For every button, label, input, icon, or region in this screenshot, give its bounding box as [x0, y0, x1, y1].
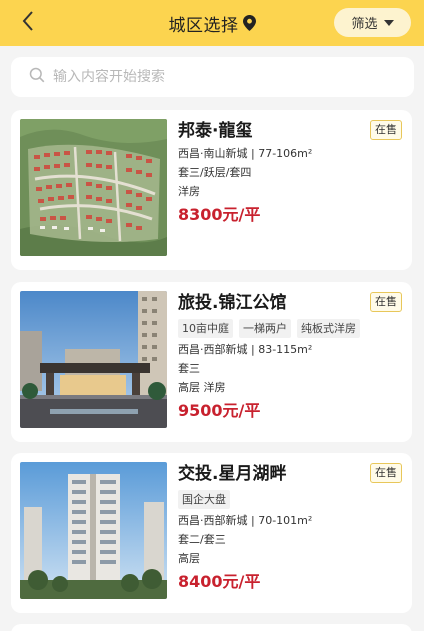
listing-location: 西昌·西部新城 | 83-115m² [178, 343, 313, 356]
listing-price: 9500元/平 [178, 401, 261, 420]
caret-down-icon [383, 19, 394, 26]
listing-image-building-entrance[interactable] [20, 291, 167, 428]
listing-location: 西昌·西部新城 | 70-101m² [178, 514, 313, 527]
search-icon [29, 67, 45, 87]
listing-layout: 套三 [178, 362, 200, 375]
listing-card[interactable]: 旅投.锦江公馆 10亩中庭 一梯两户 纯板式洋房 西昌·西部新城 | 83-11… [11, 282, 412, 442]
filter-label: 筛选 [351, 17, 378, 32]
listing-price: 8300元/平 [178, 205, 261, 224]
tag-list: 10亩中庭 一梯两户 纯板式洋房 [178, 319, 403, 338]
listing-layout: 套二/套三 [178, 533, 226, 546]
listing-image-site-plan[interactable] [20, 119, 167, 256]
search-bar[interactable] [11, 57, 414, 97]
listing-card[interactable]: 邦泰·龍玺 西昌·南山新城 | 77-106m² 套三/跃层/套四 洋房 830… [11, 110, 412, 270]
listing-type: 高层 洋房 [178, 381, 226, 394]
feature-tag: 一梯两户 [239, 319, 291, 338]
listing-card[interactable] [11, 624, 412, 631]
status-badge: 在售 [370, 463, 402, 483]
feature-tag: 国企大盘 [178, 490, 230, 509]
page-title-text: 城区选择 [168, 15, 239, 36]
filter-button[interactable]: 筛选 [334, 8, 411, 37]
feature-tag: 纯板式洋房 [297, 319, 360, 338]
listing-layout: 套三/跃层/套四 [178, 166, 252, 179]
listing-type: 高层 [178, 552, 200, 565]
listing-location: 西昌·南山新城 | 77-106m² [178, 147, 313, 160]
status-badge: 在售 [370, 292, 402, 312]
tag-list: 国企大盘 [178, 490, 403, 509]
listing-price: 8400元/平 [178, 572, 261, 591]
listing-type: 洋房 [178, 185, 200, 198]
listing-card[interactable]: 交投.星月湖畔 国企大盘 西昌·西部新城 | 70-101m² 套二/套三 高层… [11, 453, 412, 613]
location-pin-icon [242, 15, 256, 31]
top-bar: 城区选择 筛选 [0, 0, 424, 46]
feature-tag: 10亩中庭 [178, 319, 233, 338]
listing-image-tower[interactable] [20, 462, 167, 599]
search-input[interactable] [53, 69, 373, 85]
status-badge: 在售 [370, 120, 402, 140]
